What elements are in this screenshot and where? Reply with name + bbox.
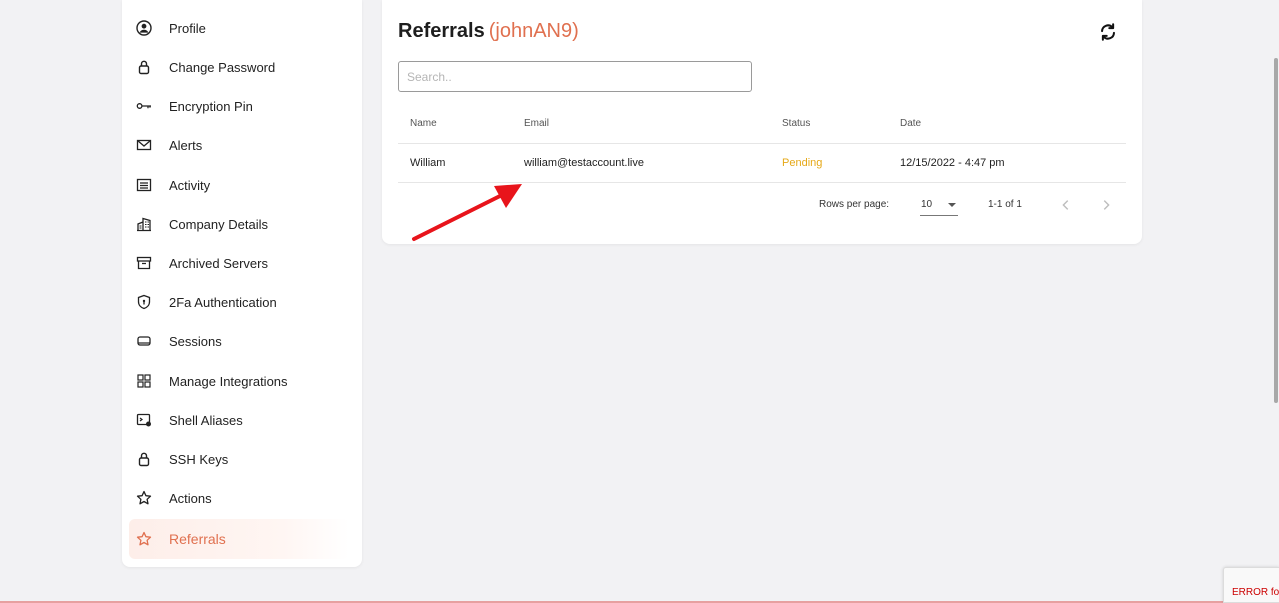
sidebar-item-label: Company Details (169, 216, 268, 232)
sidebar-item-shell-aliases[interactable]: Shell Aliases (129, 400, 349, 440)
rows-per-page-label: Rows per page: (819, 199, 890, 210)
sidebar-item-actions[interactable]: Actions (129, 478, 349, 518)
chevron-right-icon (1103, 200, 1110, 210)
rows-per-page-select[interactable]: 10 (920, 194, 958, 216)
building-icon (136, 216, 152, 232)
cell-date: 12/15/2022 - 4:47 pm (900, 157, 1005, 169)
sidebar-item-ssh-keys[interactable]: SSH Keys (129, 439, 349, 479)
sidebar-item-label: Actions (169, 490, 212, 506)
sidebar-item-alerts[interactable]: Alerts (129, 125, 349, 165)
referrals-table: Name Email Status Date William william@t… (398, 104, 1126, 183)
lock-icon (136, 451, 152, 467)
lock-icon (136, 59, 152, 75)
referrals-card: Referrals(johnAN9) Name Email Status Dat… (382, 0, 1142, 244)
rows-per-page-value: 10 (921, 199, 933, 210)
profile-icon (136, 20, 152, 36)
pagination-range: 1-1 of 1 (988, 199, 1022, 210)
table-row[interactable]: William william@testaccount.live Pending… (398, 144, 1126, 183)
sidebar-item-label: Activity (169, 177, 211, 193)
page-scrollbar[interactable] (1274, 58, 1278, 403)
terminal-icon (136, 412, 152, 428)
sidebar-item-archived-servers[interactable]: Archived Servers (129, 243, 349, 283)
sidebar-item-label: Change Password (169, 59, 276, 75)
sidebar-item-label: Profile (169, 20, 206, 36)
sidebar-item-label: SSH Keys (169, 451, 229, 467)
cell-email: william@testaccount.live (524, 157, 644, 169)
grid-icon (136, 373, 152, 389)
sidebar-item-profile[interactable]: Profile (129, 8, 349, 48)
column-header-name[interactable]: Name (410, 104, 437, 143)
sidebar-item-encryption-pin[interactable]: Encryption Pin (129, 86, 349, 126)
star-icon (136, 490, 152, 506)
sidebar-item-manage-integrations[interactable]: Manage Integrations (129, 361, 349, 401)
sidebar-item-label: Manage Integrations (169, 373, 288, 389)
star-icon (136, 531, 152, 547)
sidebar-item-sessions[interactable]: Sessions (129, 321, 349, 361)
sidebar-item-label: Encryption Pin (169, 98, 253, 114)
search-input[interactable] (398, 61, 752, 92)
error-widget: ERROR fo (1223, 567, 1279, 603)
list-icon (136, 177, 152, 193)
sidebar-item-label: Sessions (169, 333, 222, 349)
sidebar-item-label: 2Fa Authentication (169, 294, 277, 310)
sidebar-item-label: Alerts (169, 137, 203, 153)
archive-icon (136, 255, 152, 271)
settings-sidebar: Profile Change Password Encryption Pin A… (122, 0, 362, 567)
sidebar-item-company-details[interactable]: Company Details (129, 204, 349, 244)
sessions-icon (136, 333, 152, 349)
next-page-button[interactable] (1097, 196, 1115, 214)
shield-icon (136, 294, 152, 310)
table-pagination: Rows per page: 10 1-1 of 1 (398, 184, 1126, 228)
caret-down-icon (948, 202, 956, 207)
sidebar-item-referrals[interactable]: Referrals (129, 519, 349, 559)
sidebar-item-label: Referrals (169, 531, 226, 547)
mail-icon (136, 137, 152, 153)
refresh-button[interactable] (1096, 20, 1120, 44)
column-header-status[interactable]: Status (782, 104, 810, 143)
sidebar-item-label: Archived Servers (169, 255, 268, 271)
page-title: Referrals (johnAN9) (398, 20, 579, 43)
page-title-text: Referrals (398, 20, 485, 42)
refresh-icon (1101, 23, 1115, 41)
sidebar-item-label: Shell Aliases (169, 412, 243, 428)
previous-page-button[interactable] (1057, 196, 1075, 214)
cell-name: William (410, 157, 446, 169)
table-header: Name Email Status Date (398, 104, 1126, 144)
column-header-email[interactable]: Email (524, 104, 549, 143)
status-badge: Pending (782, 157, 823, 169)
sidebar-item-2fa-authentication[interactable]: 2Fa Authentication (129, 282, 349, 322)
error-text: ERROR fo (1232, 587, 1279, 598)
column-header-date[interactable]: Date (900, 104, 921, 143)
key-icon (136, 98, 152, 114)
sidebar-item-change-password[interactable]: Change Password (129, 47, 349, 87)
page-title-username: (johnAN9) (488, 20, 579, 42)
sidebar-item-activity[interactable]: Activity (129, 165, 349, 205)
chevron-left-icon (1062, 200, 1069, 210)
